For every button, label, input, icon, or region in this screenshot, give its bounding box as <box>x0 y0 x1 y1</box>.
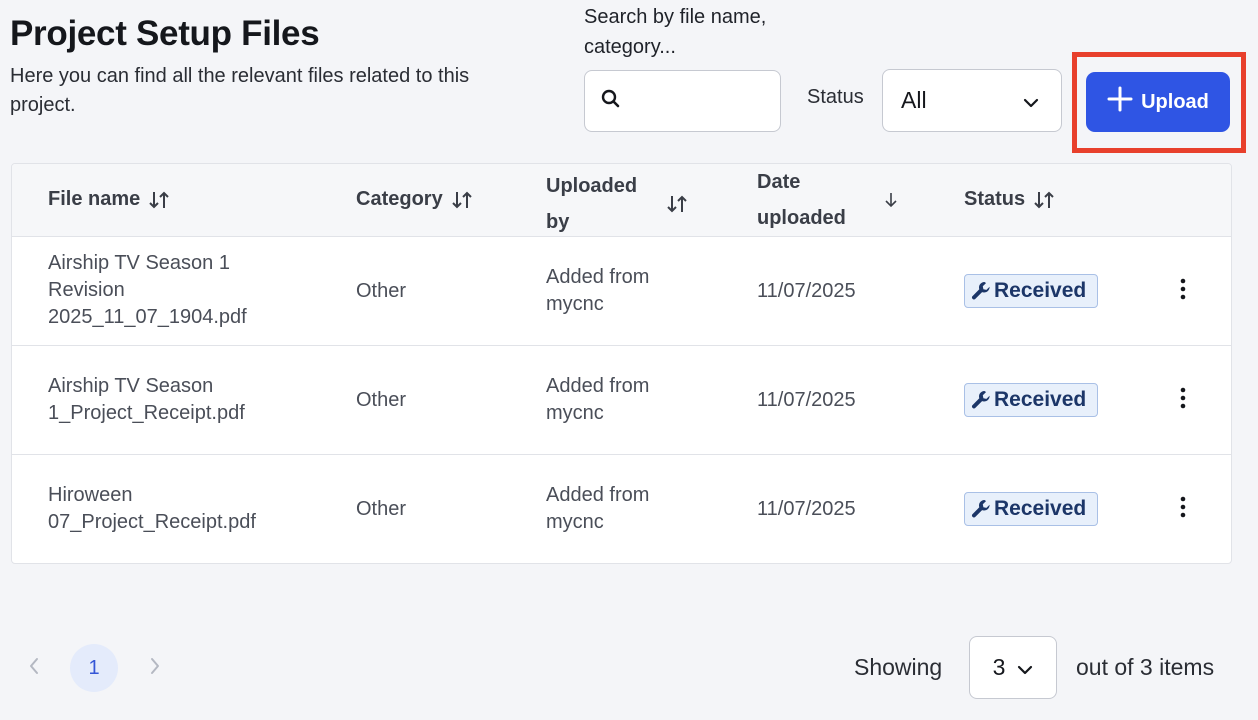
column-header-date-uploaded[interactable]: Date uploaded <box>757 164 902 236</box>
date-cell: 11/07/2025 <box>757 280 856 302</box>
chevron-left-icon <box>29 657 39 680</box>
wrench-icon <box>970 498 992 520</box>
pagination-next-button[interactable] <box>145 656 165 680</box>
file-name-cell: Hiroween 07_Project_Receipt.pdf <box>48 484 256 533</box>
row-actions-menu[interactable] <box>1172 384 1194 416</box>
column-header-file-name[interactable]: File name <box>48 188 170 211</box>
wrench-icon <box>970 280 992 302</box>
table-row: Airship TV Season 1_Project_Receipt.pdf … <box>12 346 1231 455</box>
more-vertical-icon <box>1180 278 1186 305</box>
table-row: Hiroween 07_Project_Receipt.pdf Other Ad… <box>12 455 1231 563</box>
more-vertical-icon <box>1180 387 1186 414</box>
pagination-page-button[interactable]: 1 <box>70 644 118 692</box>
page-size-select[interactable]: 3 <box>969 636 1057 699</box>
pagination-prev-button[interactable] <box>24 656 44 680</box>
category-cell: Other <box>356 389 407 411</box>
row-actions-menu[interactable] <box>1172 493 1194 525</box>
column-header-category[interactable]: Category <box>356 188 473 211</box>
column-header-status[interactable]: Status <box>964 188 1055 211</box>
plus-icon <box>1107 86 1133 118</box>
sort-icon <box>666 194 688 214</box>
uploaded-by-cell: Added from mycnc <box>546 375 650 424</box>
search-icon <box>601 89 621 114</box>
files-table: File name Category Uploaded by Date uplo… <box>11 163 1232 564</box>
table-row: Airship TV Season 1 Revision 2025_11_07_… <box>12 237 1231 346</box>
status-filter-label: Status <box>807 86 864 108</box>
uploaded-by-cell: Added from mycnc <box>546 484 650 533</box>
search-input[interactable] <box>631 90 771 112</box>
search-label: Search by file name, category... <box>584 6 767 58</box>
showing-label: Showing <box>854 654 943 680</box>
table-header: File name Category Uploaded by Date uplo… <box>12 164 1231 237</box>
sort-icon <box>1033 190 1055 210</box>
page-title: Project Setup Files <box>10 14 320 53</box>
sort-descending-icon <box>883 191 899 209</box>
status-select[interactable]: All <box>882 69 1062 132</box>
wrench-icon <box>970 389 992 411</box>
status-badge: Received <box>964 492 1098 526</box>
search-box[interactable] <box>584 70 781 132</box>
sort-icon <box>148 190 170 210</box>
chevron-down-icon <box>1023 87 1039 114</box>
date-cell: 11/07/2025 <box>757 389 856 411</box>
sort-icon <box>451 190 473 210</box>
items-count-label: out of 3 items <box>1076 654 1215 680</box>
status-badge: Received <box>964 274 1098 308</box>
chevron-right-icon <box>150 657 160 680</box>
uploaded-by-cell: Added from mycnc <box>546 266 650 315</box>
date-cell: 11/07/2025 <box>757 498 856 520</box>
category-cell: Other <box>356 280 407 302</box>
row-actions-menu[interactable] <box>1172 275 1194 307</box>
status-badge: Received <box>964 383 1098 417</box>
column-header-uploaded-by[interactable]: Uploaded by <box>546 168 696 240</box>
file-name-cell: Airship TV Season 1_Project_Receipt.pdf <box>48 375 245 424</box>
category-cell: Other <box>356 498 407 520</box>
page-subtitle: Here you can find all the relevant files… <box>10 65 470 116</box>
more-vertical-icon <box>1180 496 1186 523</box>
upload-button[interactable]: Upload <box>1086 72 1230 132</box>
page-size-value: 3 <box>992 654 1006 680</box>
status-select-value: All <box>901 87 927 113</box>
upload-button-label: Upload <box>1141 90 1209 113</box>
file-name-cell: Airship TV Season 1 Revision 2025_11_07_… <box>48 252 247 328</box>
chevron-down-icon <box>1017 654 1033 681</box>
